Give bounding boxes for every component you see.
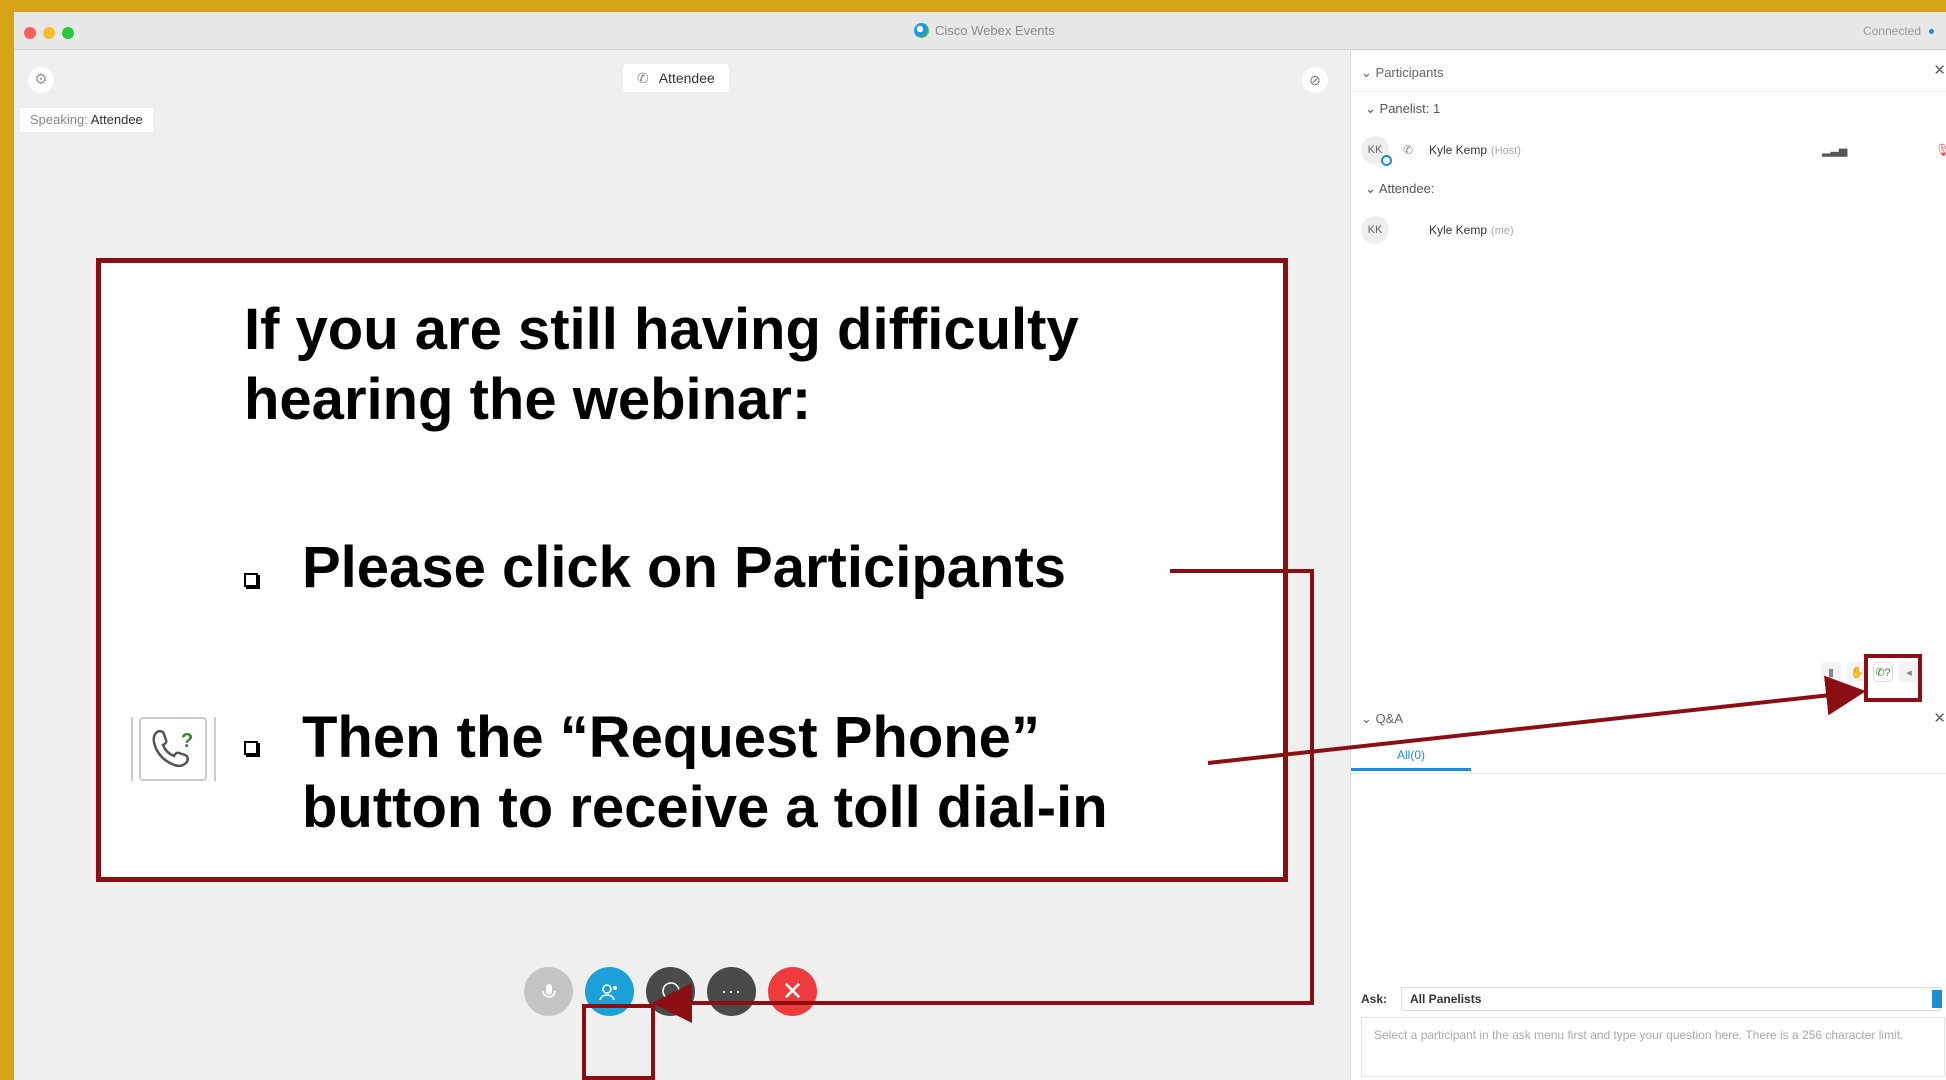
qa-panel-header[interactable]: ⌄ Q&A <box>1361 711 1403 727</box>
webex-logo-icon <box>914 23 929 38</box>
participant-name-text: Kyle Kemp <box>1429 143 1488 157</box>
participant-row-me[interactable]: KK Kyle Kemp (me) <box>1361 215 1941 245</box>
participants-icon <box>598 983 617 1000</box>
microphone-muted-icon[interactable]: 🎙 <box>1935 143 1946 157</box>
close-icon: ✕ <box>781 976 804 1006</box>
chevron-down-icon: ⌄ <box>1365 181 1376 196</box>
meeting-controls: ··· ✕ <box>524 967 817 1016</box>
participant-row-host[interactable]: KK ✆ Kyle Kemp (Host) ▂▃▅ 🎙 <box>1361 135 1946 166</box>
avatar: KK <box>1361 216 1389 244</box>
ask-label: Ask: <box>1361 992 1388 1006</box>
gear-icon[interactable]: ⚙ <box>28 67 54 93</box>
participants-panel-header[interactable]: ⌄ Participants <box>1361 65 1443 81</box>
participant-role: (Host) <box>1491 145 1521 157</box>
mute-button[interactable] <box>524 967 573 1016</box>
window-zoom-button[interactable] <box>62 27 74 39</box>
participants-button-highlight <box>582 1004 655 1080</box>
svg-text:?: ? <box>181 730 193 752</box>
request-phone-illustration: ? <box>139 717 207 781</box>
divider <box>1351 773 1946 774</box>
panelist-group-header[interactable]: ⌄ Panelist: 1 <box>1365 101 1440 117</box>
divider <box>131 717 133 781</box>
window-minimize-button[interactable] <box>43 27 55 39</box>
divider <box>214 717 216 781</box>
participant-role: (me) <box>1491 225 1514 237</box>
participant-name-text: Kyle Kemp <box>1429 223 1488 237</box>
more-options-button[interactable]: ··· <box>707 967 756 1016</box>
right-panel: ⌄ Participants ✕ ⌄ Panelist: 1 KK ✆ Kyle… <box>1350 51 1946 1080</box>
participant-name: Kyle Kemp (Host) <box>1429 143 1521 157</box>
ask-row: Ask: All Panelists <box>1361 986 1942 1012</box>
attendee-group-label: Attendee: <box>1378 181 1435 196</box>
window-close-button[interactable] <box>24 27 36 39</box>
leave-meeting-button[interactable]: ✕ <box>768 967 817 1016</box>
callout-bullet-2-line-2: button to receive a toll dial-in <box>302 775 1108 840</box>
participant-name: Kyle Kemp (me) <box>1429 223 1514 237</box>
callout-bullet-2-line-1: Then the “Request Phone” <box>302 705 1040 770</box>
chevron-down-icon: ⌄ <box>1361 711 1372 726</box>
question-input[interactable]: Select a participant in the ask menu fir… <box>1361 1017 1945 1077</box>
chevron-down-icon: ⌄ <box>1365 101 1376 116</box>
chat-icon <box>660 981 680 1003</box>
more-icon: ··· <box>721 981 742 1001</box>
tab-all[interactable]: All(0) <box>1351 741 1471 771</box>
phone-icon: ✆ <box>1403 143 1414 157</box>
participants-panel-title: Participants <box>1375 65 1444 80</box>
title-bar: Cisco Webex Events Connected <box>14 12 1946 50</box>
microphone-icon <box>541 983 556 998</box>
request-phone-icon: ? <box>152 729 193 768</box>
phone-icon: ✆ <box>637 70 649 86</box>
speaking-label: Speaking: <box>30 112 88 127</box>
callout-heading: If you are still having difficulty heari… <box>244 297 1079 432</box>
app-title: Cisco Webex Events <box>914 23 1055 38</box>
webex-status-icon <box>1381 155 1392 166</box>
signal-icon: ▂▃▅ <box>1822 144 1848 157</box>
pin-icon[interactable]: ⊘ <box>1302 67 1328 93</box>
close-icon[interactable]: ✕ <box>1933 709 1946 727</box>
bullet-icon <box>244 573 258 587</box>
attendee-pill-label: Attendee <box>658 70 715 86</box>
bullet-icon <box>244 741 258 755</box>
avatar-initials: KK <box>1367 224 1383 236</box>
qa-panel-title: Q&A <box>1375 711 1403 726</box>
attendee-group-header[interactable]: ⌄ Attendee: <box>1365 181 1434 197</box>
avatar: KK <box>1361 136 1392 166</box>
mute-all-icon[interactable]: ▮ <box>1821 662 1841 682</box>
ask-recipient-select[interactable]: All Panelists <box>1401 987 1942 1011</box>
chevron-down-icon: ⌄ <box>1361 65 1372 80</box>
attendee-audio-pill[interactable]: ✆ Attendee <box>623 64 729 92</box>
instruction-callout: If you are still having difficulty heari… <box>96 258 1288 882</box>
speaking-indicator: Speaking: Attendee <box>20 108 153 132</box>
callout-bullet-1: Please click on Participants <box>302 535 1067 600</box>
speaking-name: Attendee <box>90 112 143 127</box>
panelist-group-label: Panelist: 1 <box>1379 101 1441 116</box>
app-title-text: Cisco Webex Events <box>935 23 1055 38</box>
request-phone-highlight <box>1864 654 1922 702</box>
avatar-initials: KK <box>1367 144 1383 156</box>
divider <box>1351 91 1946 92</box>
close-icon[interactable]: ✕ <box>1933 61 1946 79</box>
connection-status: Connected <box>1863 24 1934 38</box>
